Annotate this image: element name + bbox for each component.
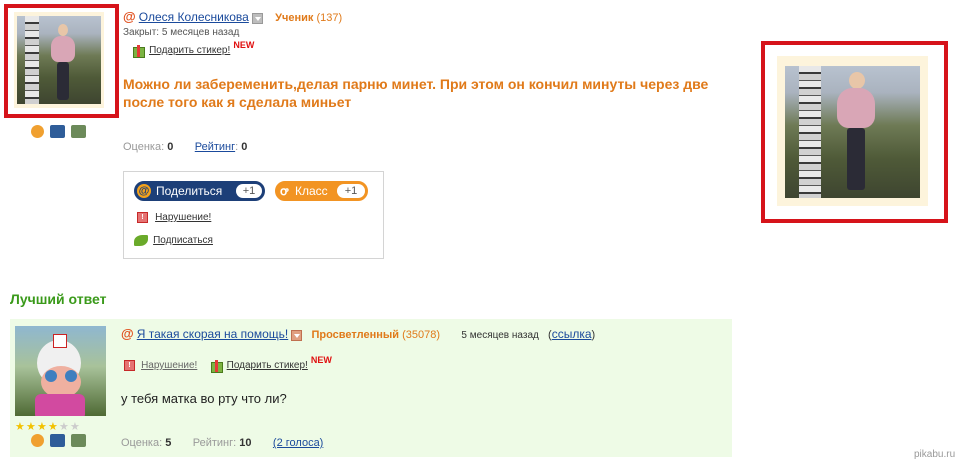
answer-gift-sticker-link[interactable]: Подарить стикер! [227,360,308,371]
profile-icon[interactable] [31,434,44,447]
star-icon: ★ [48,421,58,433]
gift-sticker-link[interactable]: Подарить стикер! [149,45,230,56]
odnoklassniki-icon: ꝍ [280,184,289,198]
rating-value: 0 [241,141,248,153]
gift-icon [132,43,146,58]
new-badge: NEW [310,354,332,365]
new-badge: NEW [233,39,255,50]
star-icon: ★ [37,421,47,433]
answer-rating-value: 10 [239,437,252,449]
at-share-icon: @ [137,184,151,198]
share-count: +1 [236,184,262,198]
star-empty-icon: ★ [70,421,80,433]
answerer-name-link[interactable]: Я такая скорая на помощь! [137,327,288,341]
camera-icon[interactable] [50,125,65,138]
closed-status: Закрыт: 5 месяцев назад [123,27,240,38]
chevron-down-icon[interactable] [251,12,263,24]
highlight-frame-small [4,4,119,118]
warning-icon: ! [124,359,135,371]
violation-row: ! Нарушение! [137,211,211,223]
camera-icon[interactable] [50,434,65,447]
ok-label: Класс [295,184,328,198]
answer-actions-row: ! Нарушение! Подарить стикер! NEW [124,354,332,373]
answer-score-value: 5 [165,437,172,449]
answerer-profile-icons [31,434,92,450]
gift-icon [210,358,224,373]
answer-score-row: Оценка: 5 Рейтинг: 10 (2 голоса) [121,437,323,449]
question-title: Можно ли забеременить,делая парню минет.… [123,76,709,110]
gift-sticker-row: Подарить стикер! NEW [132,39,255,58]
author-rank: Ученик [275,12,314,24]
answerer-rank: Просветленный [311,329,400,341]
answer-permalink[interactable]: ссылка [552,327,592,341]
best-answer-heading: Лучший ответ [10,291,107,307]
share-label: Поделиться [156,184,223,198]
at-icon: @ [123,9,136,24]
star-icon: ★ [26,421,36,433]
answer-rating-label: Рейтинг: [192,437,237,449]
link-paren-close: ) [591,329,596,341]
answer-stars: ★★★★★★ [15,421,81,433]
subscribe-link[interactable]: Подписаться [153,235,213,246]
answerer-avatar[interactable] [15,326,106,416]
author-rank-points: (137) [316,12,343,24]
subscribe-icon [134,234,148,246]
answer-text: у тебя матка во рту что ли? [121,391,287,406]
answer-author-line: @ Я такая скорая на помощь! Просветленны… [121,326,595,341]
rating-link[interactable]: Рейтинг [195,141,235,153]
question-score-row: Оценка: 0 Рейтинг: 0 [123,141,248,153]
score-value: 0 [167,141,174,153]
ok-class-button[interactable]: ꝍ Класс +1 [275,181,368,201]
question-author-line: @ Олеся Колесникова Ученик (137) [123,9,342,24]
violation-link[interactable]: Нарушение! [155,212,211,223]
author-name-link[interactable]: Олеся Колесникова [139,10,249,24]
star-empty-icon: ★ [59,421,69,433]
profile-icon[interactable] [31,125,44,138]
answerer-rank-points: (35078) [402,329,441,341]
answer-time: 5 месяцев назад [461,330,539,341]
answer-violation-link[interactable]: Нарушение! [141,360,197,371]
at-icon: @ [121,326,134,341]
profile-icons [31,125,92,141]
score-label: Оценка: [123,141,165,153]
video-icon[interactable] [71,434,86,447]
warning-icon: ! [137,211,148,223]
chevron-down-icon[interactable] [291,329,303,341]
subscribe-row: Подписаться [134,234,213,246]
star-icon: ★ [15,421,25,433]
ok-count: +1 [337,184,365,198]
enlarged-avatar-photo [777,56,928,206]
video-icon[interactable] [71,125,86,138]
votes-link[interactable]: (2 голоса) [273,437,323,449]
watermark: pikabu.ru [914,449,956,460]
share-button[interactable]: @ Поделиться +1 [134,181,265,201]
answer-score-label: Оценка: [121,437,163,449]
